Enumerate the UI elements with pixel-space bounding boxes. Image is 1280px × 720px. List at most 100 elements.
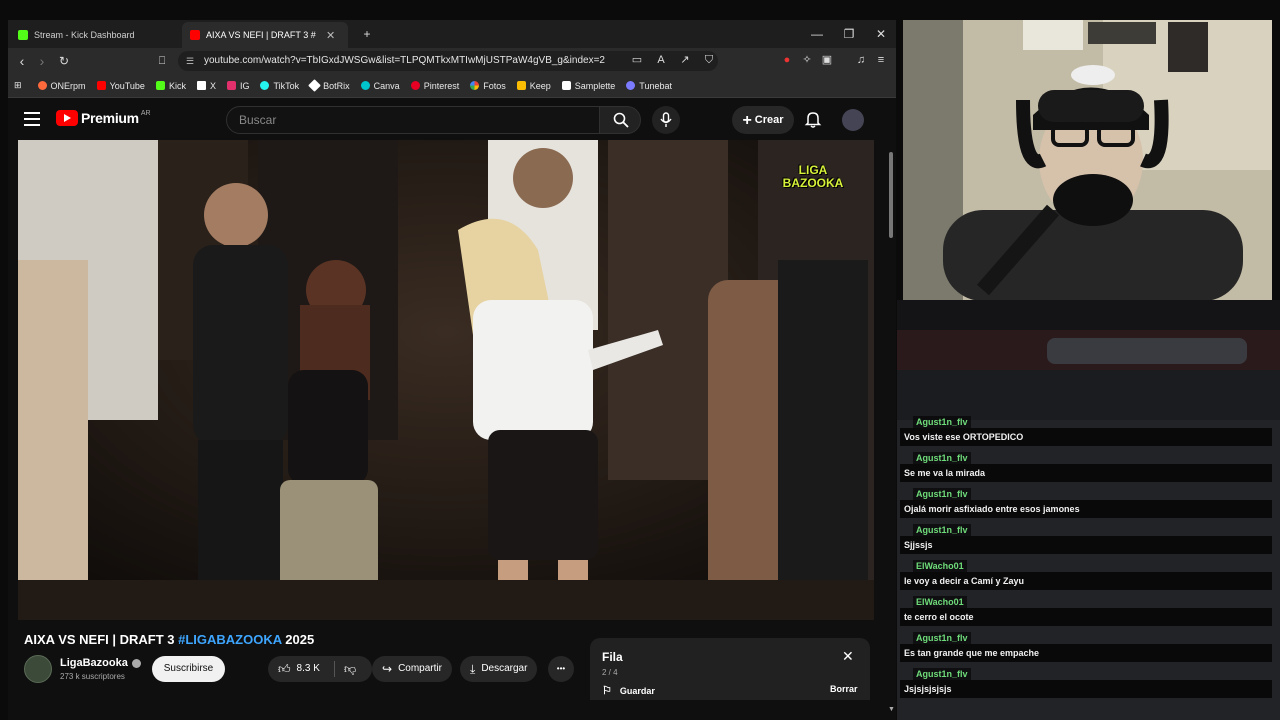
new-tab-button[interactable]: +: [352, 24, 382, 44]
bookmark-page-icon[interactable]: ⎕: [152, 51, 172, 71]
photos-icon: [470, 81, 480, 90]
cast-icon[interactable]: ▭: [630, 53, 644, 67]
chat-username[interactable]: Agust1n_flv: [913, 668, 971, 680]
pinterest-icon: [410, 81, 420, 90]
chat-text: Jsjsjsjsjsjs: [900, 680, 1272, 698]
chat-username[interactable]: Agust1n_flv: [913, 488, 971, 500]
scroll-down-arrow-icon[interactable]: ▼: [888, 706, 895, 713]
chat-message: Agust1n_flv Ojalá morir asfixiado entre e…: [900, 486, 1272, 520]
brave-shield-icon[interactable]: ⛉: [702, 53, 716, 67]
bookmark-samplette[interactable]: Samplette: [561, 80, 616, 91]
record-icon[interactable]: ●: [780, 53, 794, 67]
divider: [334, 661, 335, 677]
tab-youtube-video[interactable]: AIXA VS NEFI | DRAFT 3 #LIG ✕: [182, 22, 348, 48]
url-text: youtube.com/watch?v=TbIGxdJWSGw&list=TLP…: [204, 55, 605, 66]
bookmark-keep[interactable]: Keep: [516, 81, 551, 91]
reload-icon[interactable]: ↻: [54, 51, 74, 71]
share-button[interactable]: ↪ Compartir: [372, 656, 452, 682]
bookmark-fotos[interactable]: Fotos: [470, 81, 506, 91]
bookmark-kick[interactable]: Kick: [155, 81, 186, 91]
translate-icon[interactable]: A: [654, 53, 668, 67]
like-count: 8.3 K: [296, 663, 320, 674]
bookmark-canva[interactable]: Canva: [360, 80, 400, 91]
share-page-icon[interactable]: ↗: [678, 53, 692, 67]
bookmark-label: ONErpm: [50, 80, 86, 91]
bookmark-youtube[interactable]: YouTube: [96, 81, 145, 91]
bookmark-botrix[interactable]: BotRix: [308, 79, 350, 92]
hashtag-link[interactable]: #LIGABAZOOKA: [178, 632, 282, 647]
extensions-icon[interactable]: ✧: [800, 53, 814, 67]
channel-avatar[interactable]: [24, 655, 52, 683]
clear-queue-button[interactable]: Borrar: [830, 684, 858, 694]
bookmark-label: BotRix: [323, 80, 350, 91]
verified-badge-icon: [131, 658, 141, 668]
chat-username[interactable]: ElWacho01: [913, 560, 967, 572]
youtube-premium-logo[interactable]: Premium AR: [56, 110, 151, 126]
back-icon[interactable]: ‹: [12, 51, 32, 71]
chat-text: Sjjssjs: [900, 536, 1272, 554]
bookmark-onerpm[interactable]: ONErpm: [37, 80, 86, 91]
more-actions-button[interactable]: •••: [548, 656, 574, 682]
like-button[interactable]: 👍︎ 8.3 K 👎︎: [268, 656, 372, 682]
account-avatar[interactable]: [842, 109, 864, 131]
chat-username[interactable]: Agust1n_flv: [913, 632, 971, 644]
tiktok-icon: [260, 81, 270, 90]
thumbs-down-icon[interactable]: 👎︎: [344, 656, 356, 682]
bookmark-ig[interactable]: IG: [226, 80, 250, 91]
webcam-image: [903, 20, 1272, 301]
video-player[interactable]: LIGA BAZOOKA: [18, 140, 874, 620]
subscribe-button[interactable]: Suscribirse: [152, 656, 225, 682]
tab-kick-dashboard[interactable]: Stream - Kick Dashboard: [10, 22, 180, 48]
chat-text: Es tan grande que me empache: [900, 644, 1272, 662]
apps-grid-icon[interactable]: ⊞: [14, 80, 22, 91]
bookmark-pinterest[interactable]: Pinterest: [410, 81, 459, 91]
channel-name[interactable]: LigaBazooka: [60, 657, 141, 669]
chat-username[interactable]: ElWacho01: [913, 596, 967, 608]
chat-username[interactable]: Agust1n_flv: [913, 452, 971, 464]
bookmark-label: Canva: [373, 80, 400, 91]
logo-text: Premium: [81, 110, 139, 126]
site-info-icon[interactable]: ☰: [186, 51, 194, 71]
bookmark-label: Fotos: [483, 80, 506, 91]
tab-label: AIXA VS NEFI | DRAFT 3 #LIG: [206, 30, 316, 40]
close-tab-icon[interactable]: ✕: [326, 29, 335, 42]
minimize-button[interactable]: —: [802, 24, 832, 44]
chat-message: ElWacho01 te cerro el ocote: [900, 594, 1272, 628]
sidebar-icon[interactable]: ▣: [820, 53, 834, 67]
media-icon[interactable]: ♫: [854, 53, 868, 67]
close-window-button[interactable]: ✕: [866, 24, 896, 44]
scrollbar-thumb[interactable]: [889, 152, 893, 238]
bookmark-label: IG: [239, 80, 250, 91]
bookmarks-bar: ⊞ ONErpm YouTube Kick X IG TikTok BotRix…: [8, 74, 896, 98]
notifications-button[interactable]: [804, 110, 824, 130]
search-input[interactable]: Buscar: [226, 106, 600, 134]
restore-button[interactable]: ❐: [834, 24, 864, 44]
voice-search-button[interactable]: [652, 106, 680, 134]
bookmark-label: Samplette: [574, 80, 616, 91]
chat-username[interactable]: Agust1n_flv: [913, 416, 971, 428]
search-button[interactable]: [599, 106, 641, 134]
tab-label: Stream - Kick Dashboard: [34, 30, 135, 40]
save-queue-button[interactable]: ⚐ Guardar: [602, 684, 655, 697]
bookmark-tiktok[interactable]: TikTok: [260, 81, 299, 91]
page-scrollbar[interactable]: ▼: [888, 140, 895, 720]
download-button[interactable]: ⤓ Descargar: [460, 656, 538, 682]
bookmark-tunebat[interactable]: Tunebat: [626, 81, 672, 91]
x-icon: [196, 81, 206, 90]
chat-username[interactable]: Agust1n_flv: [913, 524, 971, 536]
chat-text: Se me va la mirada: [900, 464, 1272, 482]
close-queue-icon[interactable]: ✕: [842, 648, 854, 665]
forward-icon[interactable]: ›: [32, 51, 52, 71]
kick-icon: [155, 81, 165, 90]
create-button[interactable]: + Crear: [732, 106, 794, 134]
address-bar: ‹ › ↻ ⎕ ☰ youtube.com/watch?v=TbIGxdJWSG…: [8, 48, 896, 74]
plus-icon: +: [742, 112, 752, 129]
create-label: Crear: [754, 114, 784, 126]
chat-text: te cerro el ocote: [900, 608, 1272, 626]
tab-strip: Stream - Kick Dashboard AIXA VS NEFI | D…: [8, 20, 896, 48]
hamburger-menu-icon[interactable]: [24, 112, 40, 126]
bookmark-x[interactable]: X: [196, 81, 216, 91]
menu-icon[interactable]: ≡: [874, 53, 888, 67]
download-icon: ⤓: [470, 662, 476, 676]
title-text: AIXA VS NEFI | DRAFT 3: [24, 632, 179, 647]
